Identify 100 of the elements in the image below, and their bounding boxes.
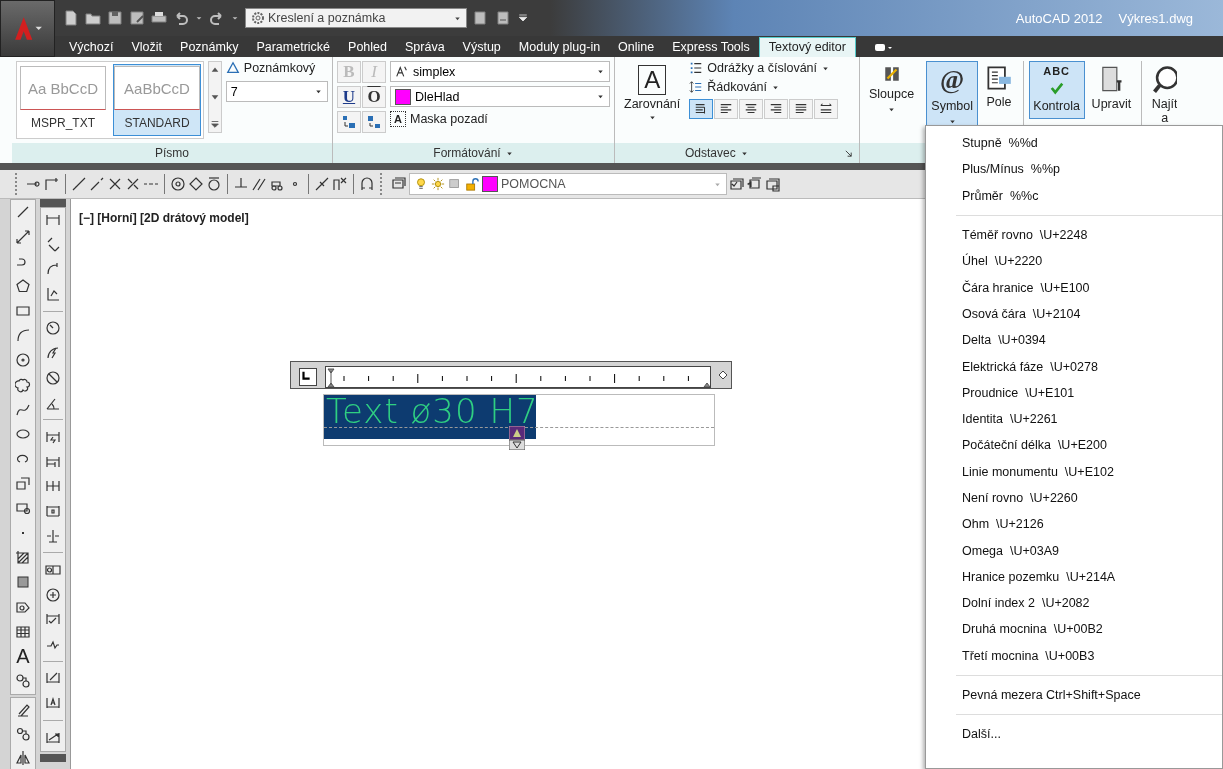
workspace-settings-icon[interactable] — [473, 10, 489, 26]
menu-item[interactable]: Hranice pozemku \U+214A — [956, 563, 1222, 591]
expand-gallery-icon[interactable] — [209, 119, 220, 129]
toolbar-grip[interactable] — [40, 753, 66, 762]
add-selected-icon[interactable] — [15, 673, 31, 690]
bullets-numbering-button[interactable]: Odrážky a číslování — [689, 61, 839, 75]
new-file-icon[interactable] — [63, 10, 79, 26]
font-icon[interactable] — [395, 64, 409, 79]
panel-footer[interactable]: Formátování — [333, 143, 614, 163]
columns-button[interactable]: Sloupce — [864, 61, 920, 143]
layer-previous-icon[interactable] — [747, 176, 763, 192]
nearest-snap-icon[interactable] — [314, 176, 330, 192]
circle-icon[interactable] — [15, 352, 31, 369]
line-icon[interactable] — [15, 204, 31, 220]
table-icon[interactable] — [15, 623, 31, 640]
ribbon-tab[interactable]: Výstup — [453, 38, 510, 57]
radius-dimension-icon[interactable] — [45, 320, 61, 337]
overline-button[interactable]: O — [362, 86, 386, 108]
layer-properties-icon[interactable] — [391, 176, 407, 192]
dropdown-arrow-icon[interactable] — [596, 67, 605, 76]
tracking-icon[interactable] — [44, 176, 60, 192]
menu-item[interactable]: Osová čára \U+2104 — [956, 300, 1222, 328]
dimension-break-icon[interactable] — [45, 527, 61, 544]
toolbar-grip[interactable] — [40, 199, 66, 207]
menu-item[interactable]: Dolní index 2 \U+2082 — [956, 590, 1222, 617]
field-icon[interactable] — [985, 65, 1013, 91]
alignment-button[interactable] — [689, 99, 714, 119]
copy-icon[interactable] — [15, 726, 31, 743]
center-snap-icon[interactable] — [170, 176, 186, 192]
annotative-button[interactable]: Poznámkový — [225, 61, 328, 75]
multiline-text-tool[interactable]: A — [16, 648, 30, 665]
spell-check-button[interactable]: ABC Kontrola — [1028, 61, 1085, 119]
dialog-launcher-icon[interactable] — [844, 148, 853, 158]
region-icon[interactable] — [15, 599, 31, 615]
application-menu-button[interactable] — [0, 0, 55, 57]
save-icon[interactable] — [107, 10, 123, 26]
workspace-dropdown[interactable]: Kreslení a poznámka — [245, 8, 467, 28]
light-bulb-icon[interactable] — [414, 177, 428, 191]
ribbon-tab[interactable]: Parametrické — [247, 38, 340, 57]
magnifier-icon[interactable] — [1151, 65, 1177, 93]
scroll-up-icon[interactable] — [209, 65, 220, 75]
underline-button[interactable]: U — [337, 86, 361, 108]
block-create-icon[interactable] — [15, 500, 31, 517]
diamond-icon[interactable] — [718, 370, 728, 380]
menu-item[interactable]: Delta \U+0394 — [956, 327, 1222, 354]
gallery-scrollbar[interactable] — [208, 61, 222, 133]
viewport-controls-label[interactable]: [−] [Horní] [2D drátový model] — [79, 211, 249, 225]
color-dropdown[interactable]: DleHlad — [390, 86, 610, 107]
arc-icon[interactable] — [15, 327, 31, 344]
ribbon-tab[interactable]: Pohled — [339, 38, 396, 57]
block-insert-icon[interactable] — [15, 475, 31, 492]
tangent-snap-icon[interactable] — [206, 176, 222, 192]
make-current-layer-icon[interactable] — [729, 176, 745, 192]
alignment-icon[interactable] — [769, 102, 784, 116]
ordinate-dimension-icon[interactable] — [45, 286, 61, 303]
text-height-dropdown[interactable]: 7 — [225, 81, 328, 102]
dropdown-arrow-icon[interactable] — [596, 92, 605, 101]
apparent-intersection-icon[interactable] — [125, 176, 141, 192]
open-folder-icon[interactable] — [85, 10, 101, 26]
magnet-icon[interactable] — [359, 176, 375, 192]
menu-item[interactable]: Úhel \U+2220 — [956, 248, 1222, 275]
gradient-icon[interactable] — [15, 574, 31, 591]
menu-item[interactable]: Není rovno \U+2260 — [956, 484, 1222, 512]
menu-item[interactable]: Plus/Mínus %%p — [956, 156, 1222, 183]
font-dropdown[interactable]: simplex — [390, 61, 610, 82]
menu-item[interactable]: Proudnice \U+E101 — [956, 379, 1222, 406]
ribbon-tab[interactable]: Textový editor — [758, 37, 856, 57]
menu-item[interactable]: Ohm \U+2126 — [956, 511, 1222, 538]
parallel-icon[interactable] — [251, 176, 267, 192]
ribbon-tab[interactable]: Poznámky — [171, 38, 248, 57]
text-style-tile[interactable]: AaBbCcD STANDARD — [113, 64, 201, 136]
ribbon-tab[interactable]: Vložit — [122, 38, 172, 57]
print-icon[interactable] — [151, 10, 167, 26]
menu-item[interactable]: Čára hranice \U+E100 — [956, 274, 1222, 301]
hatch-icon[interactable] — [15, 549, 31, 566]
ribbon-tab[interactable]: Výchozí — [60, 38, 123, 57]
gear-icon[interactable] — [250, 10, 266, 26]
viewport-freeze-icon[interactable] — [448, 177, 462, 191]
menu-item[interactable]: Omega \U+03A9 — [956, 537, 1222, 564]
polygon-icon[interactable] — [15, 278, 31, 295]
cloud-icon[interactable] — [15, 376, 31, 393]
line-spacing-button[interactable]: Řádkování — [689, 80, 839, 94]
menu-item[interactable]: Další... — [956, 721, 1222, 748]
menu-item[interactable]: Elektrická fáze \U+0278 — [956, 353, 1222, 380]
dropdown-arrow-icon[interactable] — [314, 87, 323, 96]
linear-dimension-icon[interactable] — [45, 212, 61, 228]
layer-states-icon[interactable] — [765, 176, 781, 192]
menu-item[interactable]: Identita \U+2261 — [956, 405, 1222, 433]
alignment-button[interactable] — [764, 99, 789, 119]
background-mask-button[interactable]: A Maska pozadí — [390, 111, 610, 127]
ribbon-tab[interactable]: Express Tools — [663, 38, 759, 57]
tolerance-icon[interactable] — [45, 562, 61, 578]
eraser-icon[interactable] — [15, 702, 31, 719]
menu-item[interactable]: Pevná mezera Ctrl+Shift+Space — [956, 681, 1222, 709]
alignment-button[interactable] — [714, 99, 739, 119]
menu-item[interactable]: Linie monumentu \U+E102 — [956, 458, 1222, 485]
dropdown-arrow-icon[interactable] — [887, 105, 897, 114]
menu-item[interactable]: Druhá mocnina \U+00B2 — [956, 616, 1222, 643]
quadrant-snap-icon[interactable] — [188, 176, 204, 192]
text-ruler[interactable] — [290, 361, 732, 389]
